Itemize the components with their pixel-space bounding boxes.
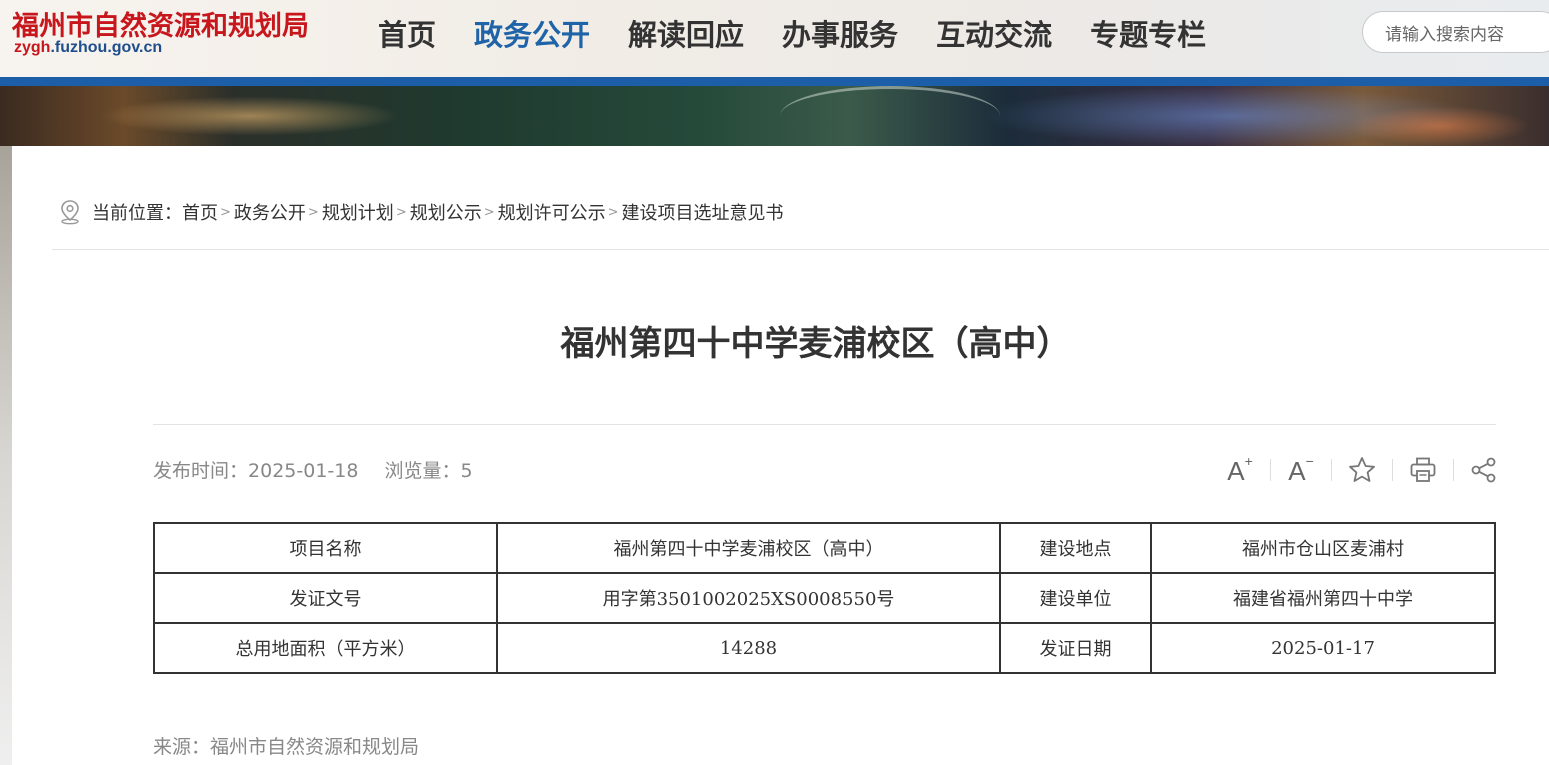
breadcrumb-item-home[interactable]: 首页	[182, 199, 218, 225]
location-pin-icon	[61, 200, 79, 225]
table-cell: 总用地面积（平方米）	[153, 622, 498, 674]
views-label: 浏览量：	[384, 460, 461, 482]
font-increase-icon[interactable]: A+	[1222, 452, 1258, 488]
share-icon[interactable]	[1466, 452, 1502, 488]
site-header: 福州市自然资源和规划局 zygh.fuzhou.gov.cn 首页 政务公开 解…	[0, 0, 1549, 77]
side-background	[0, 146, 12, 765]
views-value: 5	[460, 460, 473, 482]
nav-item-services[interactable]: 办事服务	[782, 12, 898, 54]
star-icon[interactable]	[1344, 452, 1380, 488]
breadcrumb-item-planning-notice[interactable]: 规划公示	[410, 199, 482, 225]
breadcrumb-item-planning-plan[interactable]: 规划计划	[322, 199, 394, 225]
table-cell: 福州第四十中学麦浦校区（高中）	[496, 522, 1001, 574]
table-row: 总用地面积（平方米） 14288 发证日期 2025-01-17	[153, 622, 1496, 674]
article-title: 福州第四十中学麦浦校区（高中）	[560, 324, 1071, 364]
banner-light	[100, 96, 400, 136]
site-logo-domain: zygh.fuzhou.gov.cn	[14, 39, 162, 57]
tool-divider	[1270, 459, 1271, 481]
nav-item-topics[interactable]: 专题专栏	[1090, 12, 1206, 54]
font-decrease-icon[interactable]: A−	[1283, 452, 1319, 488]
print-icon[interactable]	[1405, 452, 1441, 488]
table-row: 项目名称 福州第四十中学麦浦校区（高中） 建设地点 福州市仓山区麦浦村	[153, 522, 1496, 574]
header-divider-bar	[0, 77, 1549, 86]
article-meta: 发布时间：2025-01-18 浏览量：5	[153, 456, 493, 483]
breadcrumb-separator: >	[307, 204, 319, 220]
breadcrumb-separator: >	[395, 204, 407, 220]
tool-divider	[1453, 459, 1454, 481]
breadcrumb-prefix: 当前位置：	[92, 203, 182, 224]
breadcrumb-item-gov-affairs[interactable]: 政务公开	[234, 199, 306, 225]
search-placeholder: 请输入搜索内容	[1385, 24, 1504, 45]
table-cell: 建设地点	[999, 522, 1152, 574]
domain-highlight: zygh	[14, 39, 51, 56]
table-cell: 发证日期	[999, 622, 1152, 674]
table-cell: 福州市仓山区麦浦村	[1150, 522, 1496, 574]
table-cell: 发证文号	[153, 572, 498, 624]
site-logo-title[interactable]: 福州市自然资源和规划局	[12, 4, 309, 43]
tool-divider	[1392, 459, 1393, 481]
banner-image	[0, 86, 1549, 146]
permit-info-table: 项目名称 福州第四十中学麦浦校区（高中） 建设地点 福州市仓山区麦浦村 发证文号…	[153, 522, 1496, 674]
nav-item-gov-affairs[interactable]: 政务公开	[474, 12, 590, 54]
nav-item-interaction[interactable]: 互动交流	[936, 12, 1052, 54]
table-cell: 福建省福州第四十中学	[1150, 572, 1496, 624]
search-input[interactable]: 请输入搜索内容	[1362, 11, 1549, 53]
domain-rest: .fuzhou.gov.cn	[50, 39, 163, 56]
nav-item-home[interactable]: 首页	[378, 12, 436, 54]
table-row: 发证文号 用字第3501002025XS0008550号 建设单位 福建省福州第…	[153, 572, 1496, 624]
banner-light	[1350, 106, 1530, 146]
breadcrumb-item-site-selection[interactable]: 建设项目选址意见书	[622, 199, 784, 225]
view-count: 浏览量：5	[384, 460, 472, 482]
main-nav: 首页 政务公开 解读回应 办事服务 互动交流 专题专栏	[378, 0, 1244, 66]
publish-label: 发布时间：	[153, 460, 249, 482]
breadcrumb-item-permit-notice[interactable]: 规划许可公示	[498, 199, 606, 225]
breadcrumb-separator: >	[483, 204, 495, 220]
table-cell: 用字第3501002025XS0008550号	[496, 572, 1001, 624]
nav-item-interpretation[interactable]: 解读回应	[628, 12, 744, 54]
breadcrumb-divider	[52, 249, 1549, 250]
article-tools: A+ A−	[1222, 452, 1502, 488]
breadcrumb-separator: >	[607, 204, 619, 220]
table-cell: 14288	[496, 622, 1001, 674]
table-cell: 建设单位	[999, 572, 1152, 624]
banner-road	[780, 86, 1000, 146]
tool-divider	[1331, 459, 1332, 481]
publish-date: 2025-01-18	[248, 460, 359, 482]
table-cell: 2025-01-17	[1150, 622, 1496, 674]
table-cell: 项目名称	[153, 522, 498, 574]
publish-time: 发布时间：2025-01-18	[153, 460, 358, 482]
article-source: 来源：福州市自然资源和规划局	[153, 736, 420, 758]
title-divider	[153, 424, 1496, 425]
breadcrumb: 当前位置： 首页 > 政务公开 > 规划计划 > 规划公示 > 规划许可公示 >…	[58, 198, 784, 226]
breadcrumb-separator: >	[220, 204, 231, 220]
